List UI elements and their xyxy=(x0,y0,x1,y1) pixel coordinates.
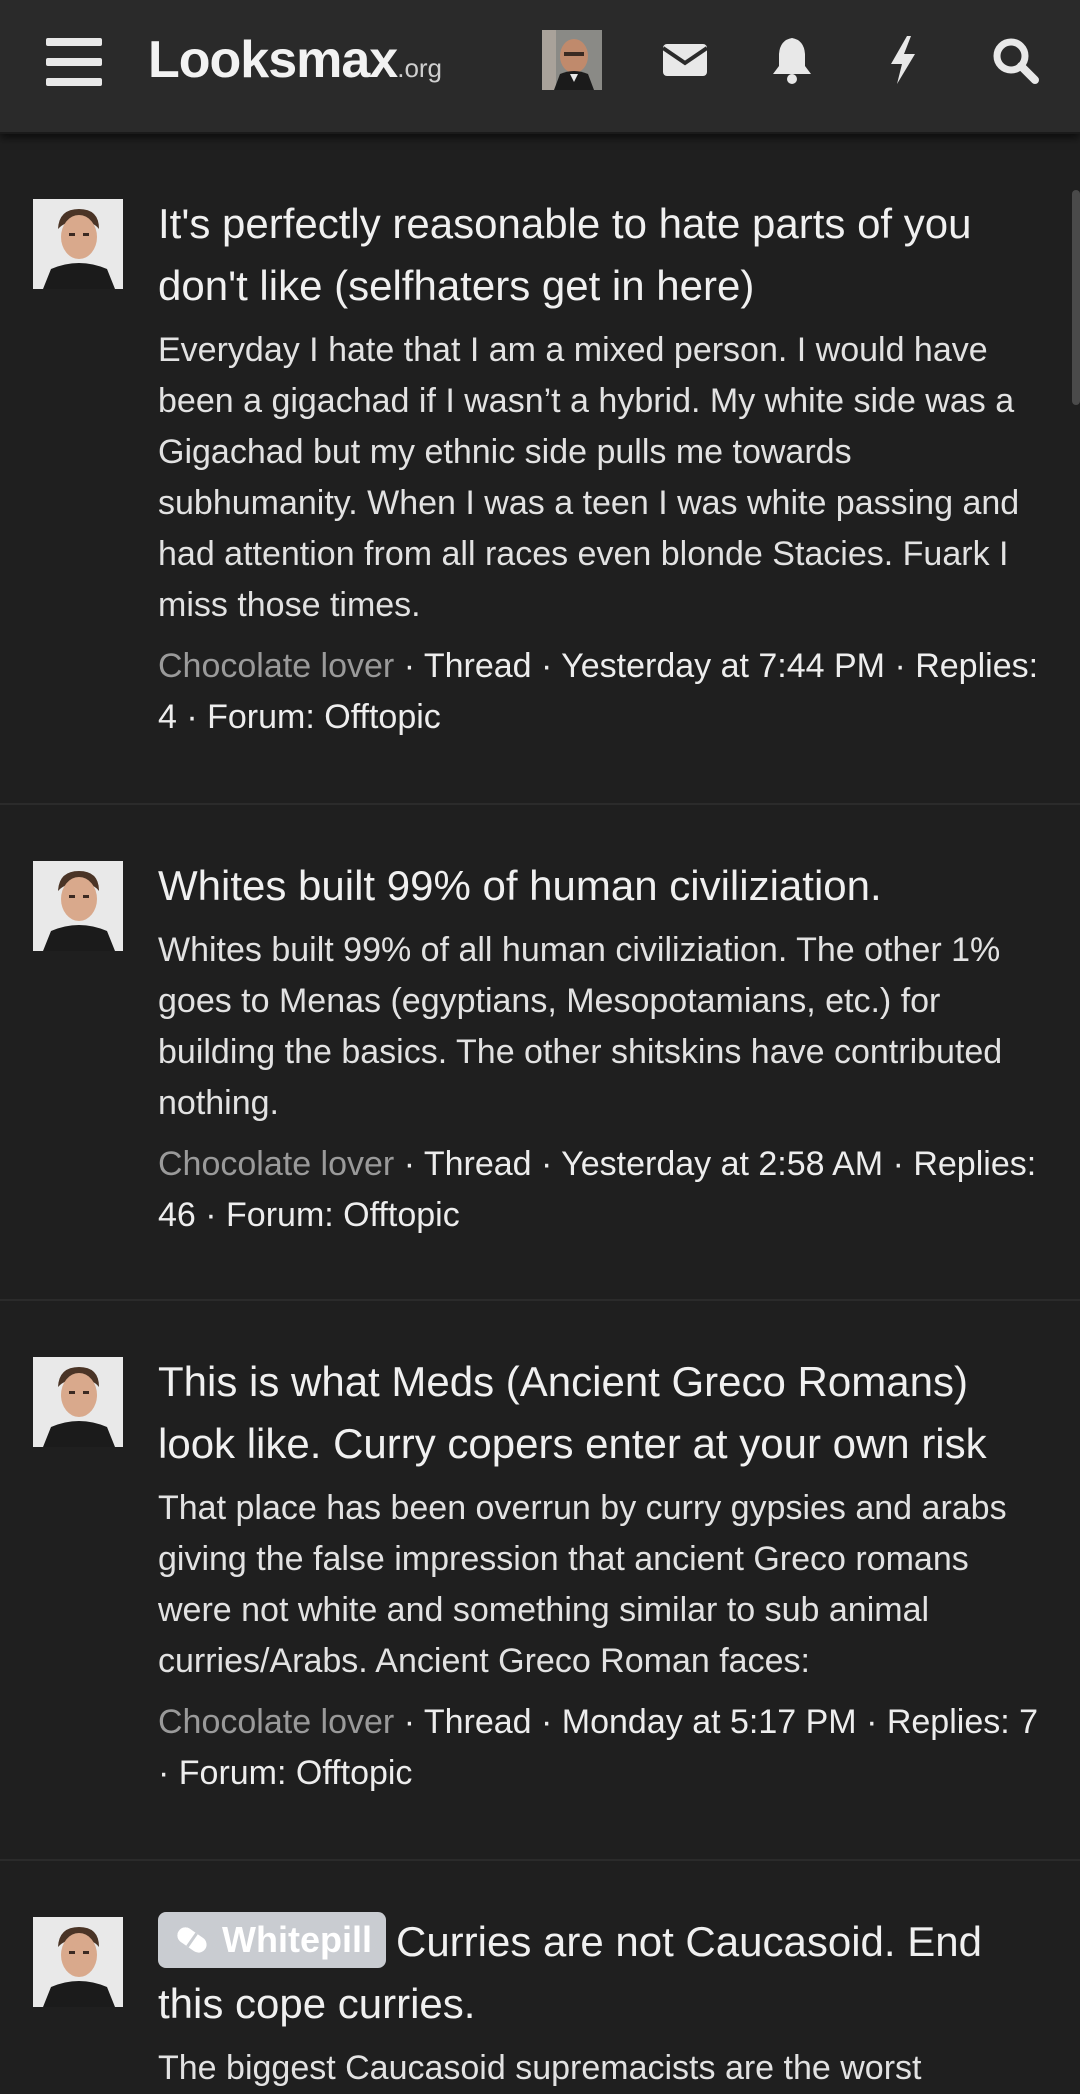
author-avatar[interactable] xyxy=(33,1917,123,2007)
thread-meta: Chocolate lover · Thread · Monday at 5:1… xyxy=(158,1697,1048,1799)
site-logo[interactable]: Looksmax.org xyxy=(148,30,442,90)
search-result-item[interactable]: Whites built 99% of human civiliziation.… xyxy=(0,805,1080,1301)
author-avatar[interactable] xyxy=(33,1357,123,1447)
top-navigation-bar: Looksmax.org xyxy=(0,0,1080,134)
prefix-label: Whitepill xyxy=(222,1919,372,1960)
hamburger-menu-icon[interactable] xyxy=(46,38,102,86)
author-link[interactable]: Chocolate lover xyxy=(158,1145,394,1183)
logo-tld: .org xyxy=(397,53,443,83)
thread-prefix-badge[interactable]: Whitepill xyxy=(158,1912,386,1968)
search-result-item[interactable]: This is what Meds (Ancient Greco Romans)… xyxy=(0,1301,1080,1861)
author-avatar[interactable] xyxy=(33,861,123,951)
search-result-item[interactable]: It's perfectly reasonable to hate parts … xyxy=(0,133,1080,805)
thread-title[interactable]: Whites built 99% of human civiliziation. xyxy=(158,855,1048,917)
author-avatar[interactable] xyxy=(33,199,123,289)
bell-icon[interactable] xyxy=(762,30,822,90)
thread-title[interactable]: It's perfectly reasonable to hate parts … xyxy=(158,193,1048,317)
user-avatar[interactable] xyxy=(542,30,602,90)
thread-title[interactable]: Whitepill Curries are not Caucasoid. End … xyxy=(158,1911,1048,2035)
thread-meta: Chocolate lover · Thread · Yesterday at … xyxy=(158,641,1048,743)
envelope-icon[interactable] xyxy=(655,30,715,90)
thread-snippet: Whites built 99% of all human civiliziat… xyxy=(158,931,1003,1122)
thread-snippet: Everyday I hate that I am a mixed person… xyxy=(158,331,1020,624)
search-result-item[interactable]: Whitepill Curries are not Caucasoid. End … xyxy=(0,1861,1080,2087)
search-icon[interactable] xyxy=(985,30,1045,90)
logo-main: Looksmax xyxy=(148,31,398,89)
thread-snippet: That place has been overrun by curry gyp… xyxy=(158,1489,1007,1680)
author-link[interactable]: Chocolate lover xyxy=(158,647,394,685)
thread-title[interactable]: This is what Meds (Ancient Greco Romans)… xyxy=(158,1351,1048,1475)
lightning-icon[interactable] xyxy=(873,30,933,90)
author-link[interactable]: Chocolate lover xyxy=(158,1703,394,1741)
pill-icon xyxy=(170,1918,214,1974)
thread-meta: Chocolate lover · Thread · Yesterday at … xyxy=(158,1139,1048,1241)
thread-snippet: The biggest Caucasoid supremacists are t… xyxy=(158,2049,922,2087)
